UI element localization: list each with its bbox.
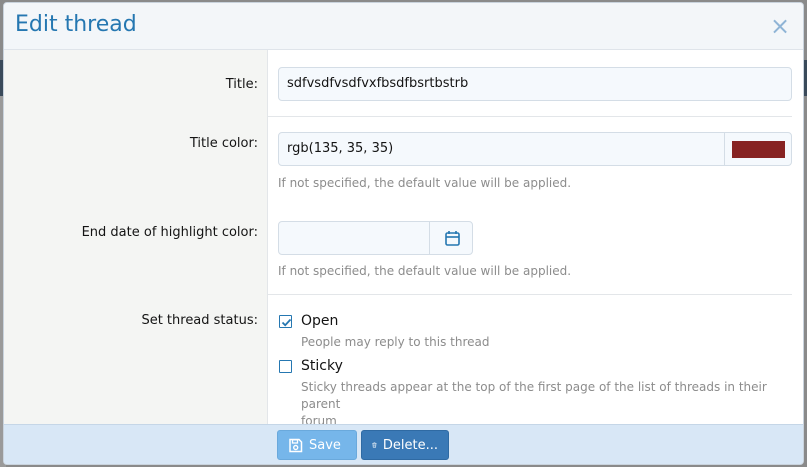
open-option-description: People may reply to this thread (301, 335, 490, 349)
highlight-end-hint: If not specified, the default value will… (278, 264, 572, 278)
highlight-end-row: End date of highlight color: If not spec… (4, 210, 803, 294)
delete-button[interactable]: Delete... (361, 430, 449, 460)
thread-status-label: Set thread status: (141, 313, 258, 328)
calendar-button[interactable] (429, 221, 473, 255)
title-label: Title: (225, 77, 258, 92)
title-color-hint: If not specified, the default value will… (278, 176, 572, 190)
title-color-label: Title color: (189, 136, 258, 151)
title-input[interactable]: sdfvsdfvsdfvxfbsdfbsrtbstrb (278, 67, 792, 101)
save-icon (289, 438, 303, 452)
dialog-footer: Save Delete... (4, 424, 803, 464)
highlight-end-label: End date of highlight color: (81, 225, 258, 240)
sticky-option-label[interactable]: Sticky (301, 358, 343, 374)
edit-thread-dialog: Edit thread × Title: sdfvsdfvsdfvxfbsdfb… (3, 2, 804, 465)
sticky-option-description: Sticky threads appear at the top of the … (301, 379, 796, 430)
dialog-body: Title: sdfvsdfvsdfvxfbsdfbsrtbstrb Title… (4, 50, 803, 428)
color-swatch (732, 141, 785, 158)
color-picker-button[interactable] (724, 132, 792, 166)
save-button-label: Save (309, 437, 341, 453)
title-row: Title: sdfvsdfvsdfvxfbsdfbsrtbstrb (4, 50, 803, 116)
dialog-header: Edit thread × (4, 3, 803, 50)
close-icon[interactable]: × (769, 13, 791, 39)
title-color-input[interactable]: rgb(135, 35, 35) (278, 132, 725, 166)
sticky-checkbox[interactable] (279, 360, 292, 373)
open-option-label[interactable]: Open (301, 313, 338, 329)
calendar-icon (445, 231, 460, 246)
thread-status-row: Set thread status: Open People may reply… (4, 294, 803, 428)
highlight-end-date-input[interactable] (278, 221, 430, 255)
save-button[interactable]: Save (277, 430, 357, 460)
sticky-description-line1: Sticky threads appear at the top of the … (301, 380, 767, 411)
delete-button-label: Delete... (382, 437, 438, 453)
dialog-title: Edit thread (15, 12, 137, 37)
trash-icon (372, 442, 377, 448)
check-icon (281, 318, 292, 327)
open-checkbox[interactable] (279, 315, 292, 328)
